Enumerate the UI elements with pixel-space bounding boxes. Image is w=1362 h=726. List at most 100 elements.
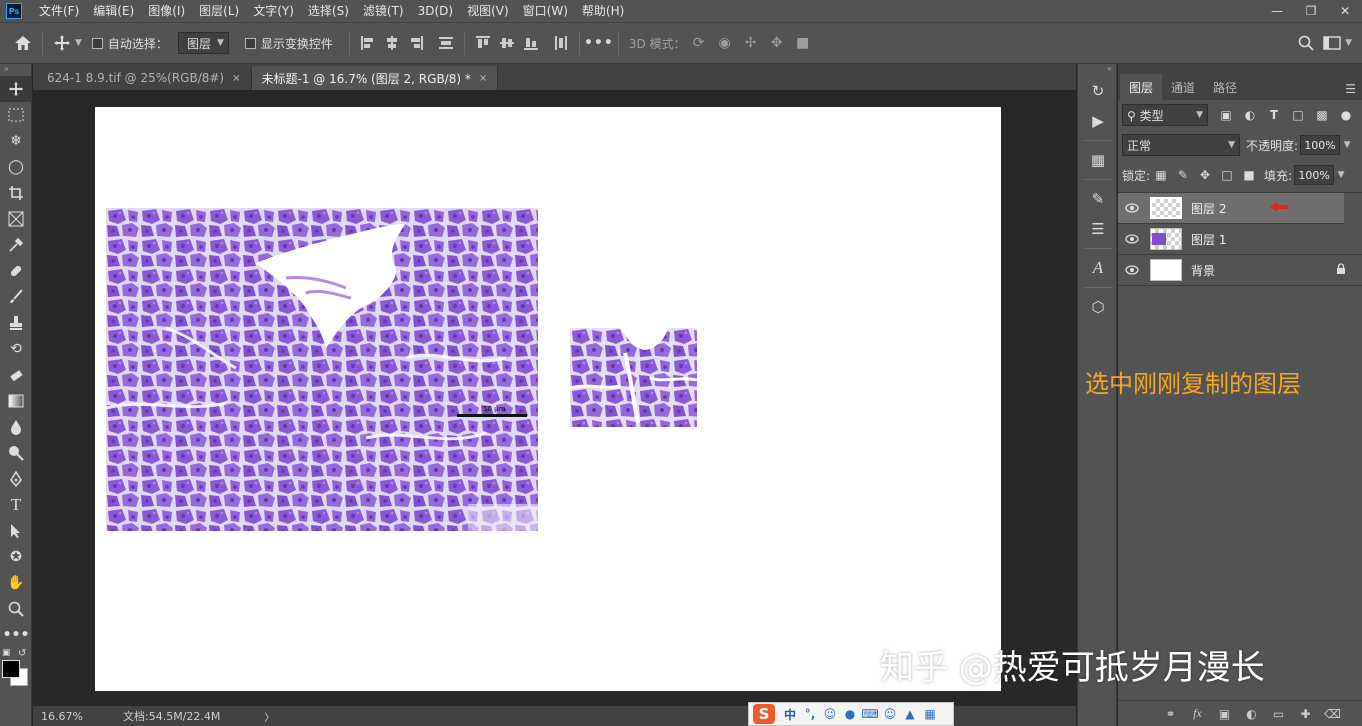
layer-name[interactable]: 图层 1 bbox=[1191, 231, 1226, 248]
document-canvas[interactable]: 50 μm bbox=[95, 107, 1001, 691]
libraries-panel-icon[interactable]: ▦ bbox=[1078, 145, 1118, 175]
delete-layer-icon[interactable]: ⌫ bbox=[1319, 707, 1346, 721]
path-selection-tool-icon[interactable] bbox=[0, 518, 32, 544]
tab-layers[interactable]: 图层 bbox=[1120, 74, 1163, 100]
adjustments-panel-icon[interactable]: ☰ bbox=[1078, 214, 1118, 244]
move-tool-preset-icon[interactable] bbox=[49, 30, 75, 56]
brush-tool-icon[interactable] bbox=[0, 284, 32, 310]
new-layer-icon[interactable]: ✚ bbox=[1292, 707, 1319, 721]
character-panel-icon[interactable]: A bbox=[1078, 253, 1118, 283]
status-menu-arrow[interactable]: 〉 bbox=[264, 709, 274, 724]
lock-all-icon[interactable]: ■ bbox=[1238, 165, 1260, 185]
type-tool-icon[interactable]: T bbox=[0, 492, 32, 518]
distribute-vertical-icon[interactable] bbox=[434, 31, 458, 55]
menu-help[interactable]: 帮助(H) bbox=[575, 0, 631, 22]
lock-image-icon[interactable]: ✎ bbox=[1172, 165, 1194, 185]
brush-settings-icon[interactable]: ✎ bbox=[1078, 184, 1118, 214]
lock-icon[interactable] bbox=[1336, 262, 1346, 278]
restore-button[interactable]: ❐ bbox=[1294, 0, 1328, 22]
auto-select-target-dropdown[interactable]: 图层 ▼ bbox=[177, 32, 229, 54]
minimize-button[interactable]: — bbox=[1260, 0, 1294, 22]
tab-document-1[interactable]: 624-1 8.9.tif @ 25%(RGB/8#) × bbox=[33, 66, 252, 90]
filter-shape-icon[interactable]: □ bbox=[1286, 104, 1310, 126]
layer-row-layer-1[interactable]: 图层 1 bbox=[1118, 224, 1362, 255]
emoji-icon[interactable]: ☺ bbox=[821, 705, 839, 723]
lock-position-icon[interactable]: ✥ bbox=[1194, 165, 1216, 185]
search-icon[interactable] bbox=[1293, 30, 1319, 56]
punctuation-icon[interactable]: °, bbox=[801, 705, 819, 723]
blend-mode-dropdown[interactable]: 正常 ▼ bbox=[1122, 134, 1240, 156]
menu-select[interactable]: 选择(S) bbox=[301, 0, 356, 22]
panel-menu-icon[interactable]: ☰ bbox=[1345, 82, 1356, 96]
skin-icon[interactable]: ▲ bbox=[901, 705, 919, 723]
collapse-icon[interactable]: » bbox=[0, 64, 31, 76]
default-colors-icon[interactable]: ▣ bbox=[2, 648, 11, 658]
tissue-image-layer-2[interactable] bbox=[570, 328, 697, 427]
blur-tool-icon[interactable] bbox=[0, 414, 32, 440]
frame-tool-icon[interactable] bbox=[0, 206, 32, 232]
align-center-h-icon[interactable] bbox=[380, 31, 404, 55]
opacity-input[interactable]: 100% bbox=[1300, 135, 1341, 155]
tab-channels[interactable]: 通道 bbox=[1162, 74, 1204, 100]
zoom-level[interactable]: 16.67% bbox=[33, 710, 83, 723]
keyboard-icon[interactable]: ⌨ bbox=[861, 705, 879, 723]
distribute-horizontal-icon[interactable] bbox=[549, 31, 573, 55]
menu-3d[interactable]: 3D(D) bbox=[411, 0, 460, 22]
move-tool-icon[interactable] bbox=[0, 76, 32, 102]
align-middle-v-icon[interactable] bbox=[495, 31, 519, 55]
add-mask-icon[interactable]: ▣ bbox=[1211, 707, 1238, 721]
home-icon[interactable] bbox=[10, 30, 36, 56]
actions-panel-icon[interactable]: ▶ bbox=[1078, 106, 1118, 136]
fill-input[interactable]: 100% bbox=[1294, 165, 1335, 185]
edit-toolbar-icon[interactable]: ••• bbox=[0, 622, 32, 648]
menu-file[interactable]: 文件(F) bbox=[32, 0, 86, 22]
toolbox-icon[interactable]: ▦ bbox=[921, 705, 939, 723]
chevron-down-icon[interactable]: ▼ bbox=[1345, 38, 1352, 48]
close-icon[interactable]: × bbox=[232, 73, 240, 84]
layer-name[interactable]: 图层 2 bbox=[1191, 200, 1226, 217]
zoom-tool-icon[interactable] bbox=[0, 596, 32, 622]
3d-panel-icon[interactable]: ⬡ bbox=[1078, 292, 1118, 322]
ime-mode[interactable]: 中 bbox=[781, 705, 799, 723]
kind-filter-dropdown[interactable]: ⚲ 类型 ▼ bbox=[1122, 104, 1208, 126]
3d-camera-icon[interactable]: ■ bbox=[790, 30, 816, 56]
menu-edit[interactable]: 编辑(E) bbox=[86, 0, 141, 22]
layer-name[interactable]: 背景 bbox=[1191, 262, 1215, 279]
chevron-down-icon[interactable]: ▼ bbox=[1334, 165, 1348, 185]
group-folder-icon[interactable]: ▭ bbox=[1265, 707, 1292, 721]
tab-paths[interactable]: 路径 bbox=[1204, 74, 1246, 100]
canvas-workspace[interactable]: 50 μm bbox=[33, 90, 1076, 706]
marquee-tool-icon[interactable] bbox=[0, 102, 32, 128]
menu-window[interactable]: 窗口(W) bbox=[516, 0, 575, 22]
pen-tool-icon[interactable] bbox=[0, 466, 32, 492]
history-brush-tool-icon[interactable]: ⟲ bbox=[0, 336, 32, 362]
show-transform-checkbox[interactable]: 显示变换控件 bbox=[244, 35, 333, 52]
3d-orbit-icon[interactable]: ⟳ bbox=[686, 30, 712, 56]
more-options-icon[interactable]: ••• bbox=[584, 30, 613, 56]
close-window-button[interactable]: ✕ bbox=[1328, 0, 1362, 22]
lasso-tool-icon[interactable]: ❄ bbox=[0, 128, 32, 154]
menu-type[interactable]: 文字(Y) bbox=[246, 0, 301, 22]
menu-filter[interactable]: 滤镜(T) bbox=[356, 0, 411, 22]
lock-artboard-icon[interactable]: □ bbox=[1216, 165, 1238, 185]
filter-smart-object-icon[interactable]: ▩ bbox=[1310, 104, 1334, 126]
quick-select-tool-icon[interactable]: ◯ bbox=[0, 154, 32, 180]
filter-type-icon[interactable]: T bbox=[1262, 104, 1286, 126]
tissue-image-layer-1[interactable] bbox=[106, 208, 538, 531]
history-panel-icon[interactable]: ↻ bbox=[1078, 76, 1118, 106]
align-bottom-icon[interactable] bbox=[519, 31, 543, 55]
layer-row-background[interactable]: 背景 bbox=[1118, 255, 1362, 286]
link-layers-icon[interactable]: ⚭ bbox=[1157, 707, 1184, 721]
hand-tool-icon[interactable]: ✋ bbox=[0, 570, 32, 596]
menu-image[interactable]: 图像(I) bbox=[141, 0, 192, 22]
3d-slide-icon[interactable]: ✥ bbox=[764, 30, 790, 56]
tab-document-2[interactable]: 未标题-1 @ 16.7% (图层 2, RGB/8) * × bbox=[251, 66, 499, 90]
filter-toggle-icon[interactable]: ● bbox=[1334, 104, 1358, 126]
align-top-icon[interactable] bbox=[471, 31, 495, 55]
menu-view[interactable]: 视图(V) bbox=[460, 0, 516, 22]
layer-style-icon[interactable]: fx bbox=[1184, 706, 1211, 721]
clone-stamp-tool-icon[interactable] bbox=[0, 310, 32, 336]
close-icon[interactable]: × bbox=[479, 73, 487, 84]
align-left-icon[interactable] bbox=[356, 31, 380, 55]
filter-pixel-icon[interactable]: ▣ bbox=[1214, 104, 1238, 126]
